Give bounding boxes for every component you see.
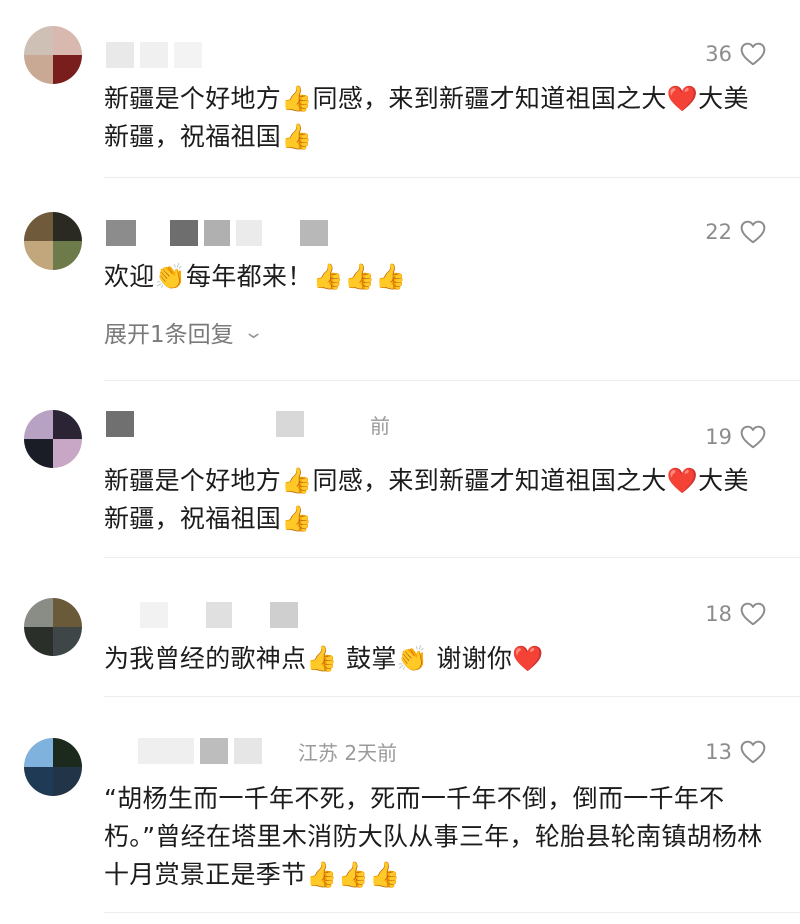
username[interactable] <box>106 220 328 246</box>
avatar[interactable] <box>24 410 82 468</box>
username[interactable] <box>106 42 202 68</box>
like-button[interactable]: 18 <box>705 602 766 626</box>
avatar[interactable] <box>24 598 82 656</box>
comment-text: 新疆是个好地方👍同感，来到新疆才知道祖国之大❤️大美新疆，祝福祖国👍 <box>104 84 749 151</box>
expand-replies-button[interactable]: 展开1条回复 ⌄ <box>104 315 264 349</box>
heart-outline-icon <box>740 740 766 764</box>
comment-text: 欢迎👏每年都来！👍👍👍 <box>104 262 407 291</box>
heart-outline-icon <box>740 42 766 66</box>
like-count: 22 <box>705 220 732 244</box>
divider <box>104 912 800 913</box>
chevron-down-icon: ⌄ <box>242 321 264 343</box>
username[interactable]: 江苏 2天前 <box>106 738 398 765</box>
username[interactable] <box>106 602 298 628</box>
divider <box>104 557 800 558</box>
comment-text: “胡杨生而一千年不死，死而一千年不倒，倒而一千年不朽。”曾经在塔里木消防大队从事… <box>104 784 763 889</box>
like-button[interactable]: 22 <box>705 220 766 244</box>
heart-outline-icon <box>740 425 766 449</box>
like-button[interactable]: 19 <box>705 425 766 449</box>
like-count: 18 <box>705 602 732 626</box>
avatar[interactable] <box>24 738 82 796</box>
divider <box>104 380 800 381</box>
comment-meta: 江苏 2天前 <box>298 740 398 765</box>
heart-outline-icon <box>740 602 766 626</box>
username[interactable]: 前 <box>106 411 390 438</box>
like-button[interactable]: 36 <box>705 42 766 66</box>
heart-outline-icon <box>740 220 766 244</box>
comment-text: 新疆是个好地方👍同感，来到新疆才知道祖国之大❤️大美新疆，祝福祖国👍 <box>104 466 749 533</box>
like-button[interactable]: 13 <box>705 740 766 764</box>
comment-text: 为我曾经的歌神点👍 鼓掌👏 谢谢你❤️ <box>104 644 544 673</box>
divider <box>104 177 800 178</box>
avatar[interactable] <box>24 26 82 84</box>
like-count: 36 <box>705 42 732 66</box>
comment-meta: 前 <box>370 413 390 438</box>
like-count: 13 <box>705 740 732 764</box>
like-count: 19 <box>705 425 732 449</box>
divider <box>104 696 800 697</box>
expand-replies-label: 展开1条回复 <box>104 322 234 348</box>
avatar[interactable] <box>24 212 82 270</box>
